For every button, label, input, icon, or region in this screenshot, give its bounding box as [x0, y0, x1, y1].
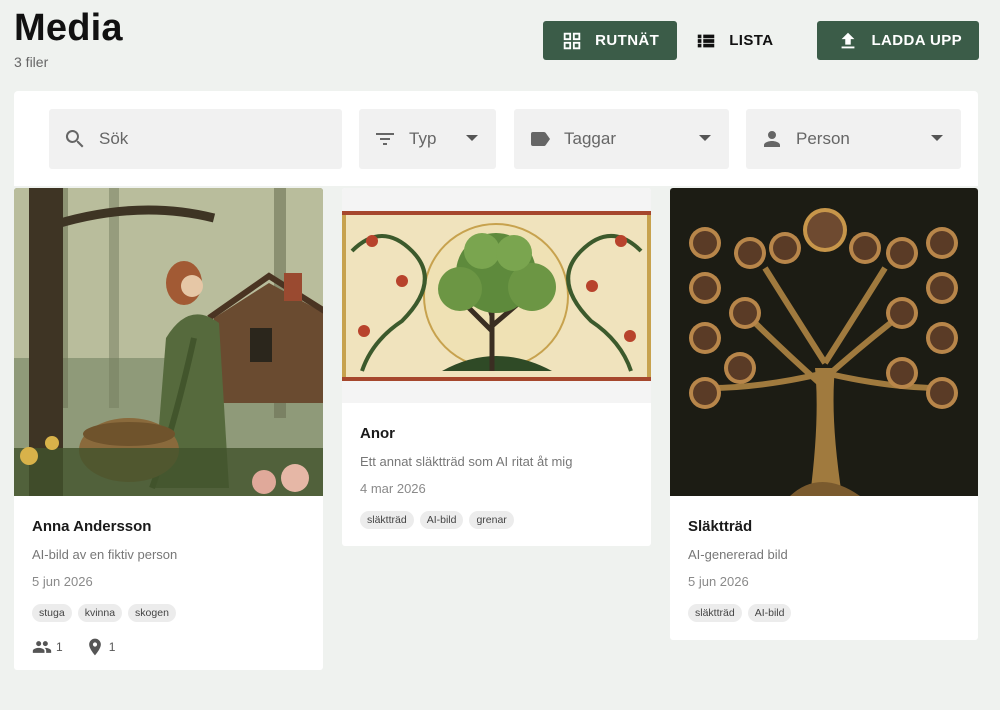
tag-chip[interactable]: skogen: [128, 604, 176, 622]
list-view-label: LISTA: [729, 32, 774, 49]
tag-chip[interactable]: AI-bild: [747, 604, 792, 622]
page-header: Media 3 filer: [14, 6, 123, 70]
type-filter-select[interactable]: Typ: [359, 109, 496, 169]
tags-filter-select[interactable]: Taggar: [514, 109, 729, 169]
tag-chip[interactable]: släktträd: [360, 511, 414, 529]
card-thumbnail-frame: [342, 188, 651, 403]
upload-button[interactable]: LADDA UPP: [817, 21, 979, 60]
card-date: 5 jun 2026: [32, 574, 93, 589]
person-icon: [764, 131, 780, 147]
tag-chip[interactable]: stuga: [32, 604, 72, 622]
filter-icon: [376, 133, 394, 145]
filter-panel: Typ Taggar Person: [14, 91, 978, 186]
grid-icon: [563, 32, 581, 49]
tag-chip[interactable]: AI-bild: [419, 511, 464, 529]
tag-chip[interactable]: släktträd: [688, 604, 742, 622]
card-description: Ett annat släktträd som AI ritat åt mig: [360, 454, 573, 469]
media-card[interactable]: Släktträd AI-genererad bild 5 jun 2026 s…: [670, 188, 978, 640]
upload-label: LADDA UPP: [871, 32, 962, 49]
tags-filter-label: Taggar: [564, 129, 616, 148]
chevron-down-icon: [466, 135, 478, 141]
card-date: 5 jun 2026: [688, 574, 749, 589]
tag-list: släktträd AI-bild: [688, 604, 960, 622]
tag-list: släktträd AI-bild grenar: [360, 511, 633, 529]
search-input[interactable]: [99, 129, 319, 149]
card-title: Anor: [360, 425, 395, 442]
card-thumbnail[interactable]: [14, 188, 323, 496]
persons-count: 1: [56, 640, 63, 654]
places-count: 1: [108, 640, 116, 654]
card-thumbnail[interactable]: [342, 210, 651, 381]
tag-list: stuga kvinna skogen: [32, 604, 305, 622]
page-title: Media: [14, 7, 123, 49]
person-filter-select[interactable]: Person: [746, 109, 961, 169]
list-view-button[interactable]: LISTA: [677, 21, 791, 60]
location-pin-icon: [88, 638, 101, 656]
type-filter-label: Typ: [409, 129, 437, 148]
search-icon: [65, 130, 84, 148]
media-card[interactable]: Anor Ett annat släktträd som AI ritat åt…: [342, 188, 651, 546]
search-field[interactable]: [49, 109, 342, 169]
card-title: Anna Andersson: [32, 518, 152, 535]
list-icon: [697, 34, 715, 47]
chevron-down-icon: [931, 135, 943, 141]
card-description: AI-genererad bild: [688, 547, 788, 562]
card-thumbnail[interactable]: [670, 188, 978, 496]
tag-chip[interactable]: grenar: [469, 511, 514, 529]
card-title: Släktträd: [688, 518, 753, 535]
person-filter-label: Person: [796, 129, 850, 148]
tag-icon: [531, 132, 550, 146]
media-card[interactable]: Anna Andersson AI-bild av en fiktiv pers…: [14, 188, 323, 670]
file-count: 3 filer: [14, 54, 49, 70]
card-date: 4 mar 2026: [360, 481, 426, 496]
upload-icon: [842, 32, 855, 48]
view-toolbar: RUTNÄT LISTA LADDA UPP: [543, 21, 979, 60]
card-description: AI-bild av en fiktiv person: [32, 547, 178, 562]
tag-chip[interactable]: kvinna: [77, 604, 123, 622]
people-icon: [32, 641, 52, 653]
grid-view-label: RUTNÄT: [595, 32, 660, 49]
card-meta: 1 1: [32, 637, 305, 657]
grid-view-button[interactable]: RUTNÄT: [543, 21, 678, 60]
chevron-down-icon: [699, 135, 711, 141]
